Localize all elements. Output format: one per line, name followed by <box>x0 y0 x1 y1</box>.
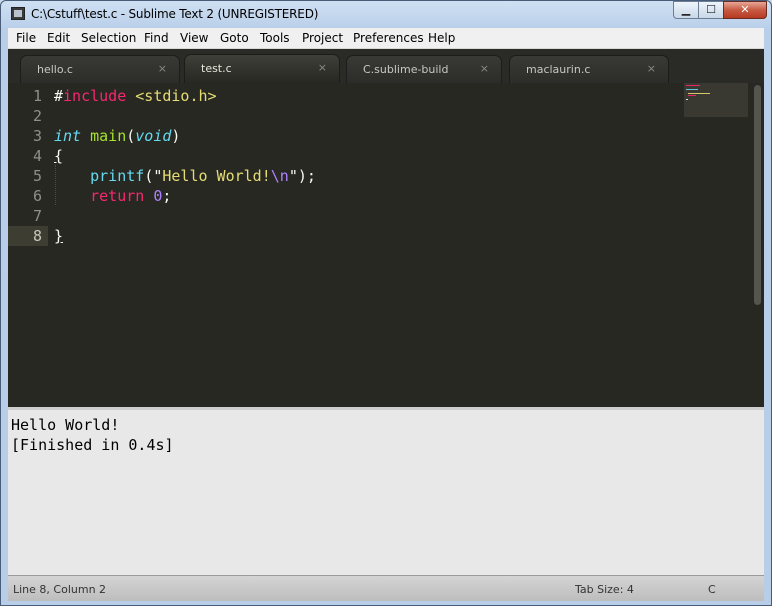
close-icon: ✕ <box>740 3 750 16</box>
minimap-line <box>686 99 688 100</box>
code-token: (" <box>144 167 163 185</box>
code-token: main <box>90 127 127 145</box>
maximize-button[interactable]: ☐ <box>698 1 724 19</box>
tab-label: hello.c <box>37 63 73 76</box>
menu-edit[interactable]: Edit <box>47 31 70 45</box>
output-line: Hello World! <box>11 416 120 434</box>
title-bar[interactable]: C:\Cstuff\test.c - Sublime Text 2 (UNREG… <box>1 1 771 28</box>
line-number: 2 <box>32 107 42 125</box>
line-number: 4 <box>32 147 42 165</box>
vertical-scrollbar[interactable] <box>752 83 764 407</box>
minimize-button[interactable]: ▁ <box>673 1 699 19</box>
tab-close-icon[interactable]: × <box>318 61 327 74</box>
code-token: } <box>54 227 64 245</box>
tab-close-icon[interactable]: × <box>647 62 656 75</box>
code-token: int <box>54 127 82 145</box>
code-line-5: printf("Hello World!\n"); <box>54 166 316 186</box>
line-number: 7 <box>32 207 42 225</box>
tab-c-sublime-build[interactable]: C.sublime-build × <box>346 55 502 83</box>
scrollbar-thumb[interactable] <box>754 85 761 305</box>
tab-size-selector[interactable]: Tab Size: 4 <box>575 583 634 596</box>
menu-file[interactable]: File <box>16 31 36 45</box>
line-number: 6 <box>32 187 42 205</box>
syntax-selector[interactable]: C <box>708 583 716 596</box>
tab-close-icon[interactable]: × <box>480 62 489 75</box>
minimap-line <box>688 95 696 96</box>
menu-find[interactable]: Find <box>144 31 169 45</box>
menu-view[interactable]: View <box>180 31 208 45</box>
code-line-4: { <box>54 146 63 166</box>
status-bar: Line 8, Column 2 Tab Size: 4 C <box>8 575 764 601</box>
tab-test-c[interactable]: test.c × <box>184 54 340 83</box>
build-output-panel[interactable]: Hello World! [Finished in 0.4s] <box>8 407 764 575</box>
code-token: include <box>63 87 127 105</box>
minimap[interactable] <box>684 83 748 117</box>
code-token: ; <box>162 187 172 205</box>
code-token: "); <box>288 167 316 185</box>
minimap-line <box>686 89 698 90</box>
code-line-1: #include <stdio.h> <box>54 86 217 106</box>
sublime-app-icon[interactable] <box>11 7 25 20</box>
code-editor[interactable]: 1 2 3 4 5 6 7 8 #include <stdio.h> int m… <box>8 83 764 407</box>
code-line-3: int main(void) <box>54 126 180 146</box>
code-line-8: } <box>54 226 63 246</box>
line-number: 3 <box>32 127 42 145</box>
line-number: 5 <box>32 167 42 185</box>
tab-label: test.c <box>201 62 232 75</box>
output-line: [Finished in 0.4s] <box>11 436 174 454</box>
tab-label: maclaurin.c <box>526 63 591 76</box>
line-number: 8 <box>32 227 42 245</box>
code-token: \n <box>270 167 289 185</box>
menu-selection[interactable]: Selection <box>81 31 136 45</box>
code-token: ) <box>171 127 181 145</box>
code-line-6: return 0; <box>54 186 171 206</box>
tab-label: C.sublime-build <box>363 63 449 76</box>
line-number: 1 <box>32 87 42 105</box>
minimap-line <box>686 85 700 86</box>
indent-guide <box>55 165 56 205</box>
menu-tools[interactable]: Tools <box>260 31 290 45</box>
code-token: { <box>54 147 64 165</box>
cursor-position: Line 8, Column 2 <box>13 583 107 596</box>
minimap-line <box>688 93 710 94</box>
code-token: printf <box>90 167 145 185</box>
maximize-icon: ☐ <box>706 3 716 16</box>
code-token: ( <box>126 127 136 145</box>
sublime-window: C:\Cstuff\test.c - Sublime Text 2 (UNREG… <box>0 0 772 606</box>
code-token: Hello World! <box>162 167 271 185</box>
menu-preferences[interactable]: Preferences <box>353 31 424 45</box>
tab-close-icon[interactable]: × <box>158 62 167 75</box>
code-token: return <box>90 187 145 205</box>
code-token: # <box>54 87 64 105</box>
code-token: void <box>135 127 172 145</box>
tab-bar: hello.c × test.c × C.sublime-build × mac… <box>8 49 764 83</box>
window-title: C:\Cstuff\test.c - Sublime Text 2 (UNREG… <box>31 7 319 21</box>
tab-maclaurin-c[interactable]: maclaurin.c × <box>509 55 669 83</box>
code-token: <stdio.h> <box>135 87 217 105</box>
menu-project[interactable]: Project <box>302 31 343 45</box>
menu-bar: File Edit Selection Find View Goto Tools… <box>8 28 764 49</box>
minimize-icon: ▁ <box>681 3 691 16</box>
tab-hello-c[interactable]: hello.c × <box>20 55 180 83</box>
menu-help[interactable]: Help <box>428 31 455 45</box>
close-button[interactable]: ✕ <box>723 1 767 19</box>
menu-goto[interactable]: Goto <box>220 31 249 45</box>
